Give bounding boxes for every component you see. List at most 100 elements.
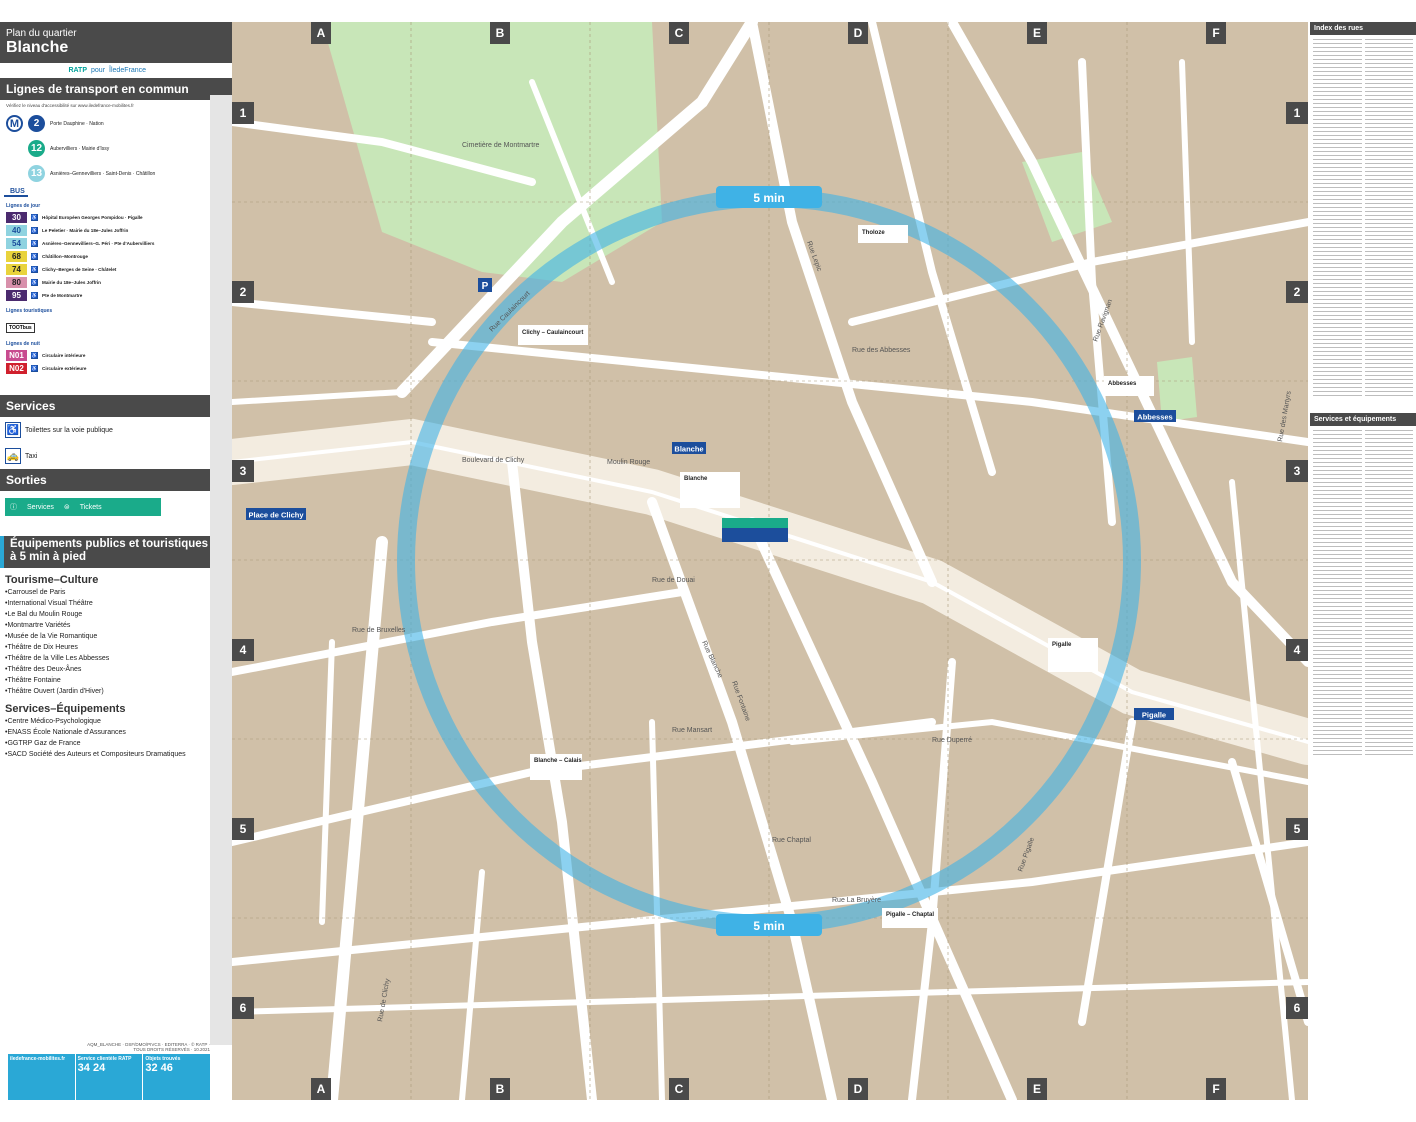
bus-line-badge: 54 bbox=[6, 238, 27, 249]
bus-line-badge: 95 bbox=[6, 290, 27, 301]
brand-logos: RATP pour ÎledeFrance bbox=[0, 63, 232, 78]
walk-label-bottom: 5 min bbox=[753, 919, 784, 933]
ticket-icon: ⊜ bbox=[63, 504, 70, 511]
service-phone: 34 24 bbox=[77, 1062, 106, 1074]
grid-letter-a: A bbox=[311, 22, 331, 44]
bus-line-row[interactable]: 30 ♿ Hôpital Européen Georges Pompidou · P… bbox=[0, 211, 232, 224]
equipment-title-line2: à 5 min à pied bbox=[10, 551, 87, 563]
contact-footer: iledefrance-mobilites.fr Service clientè… bbox=[8, 1054, 210, 1100]
metro-line-row[interactable]: 13 Asnières–Gennevilliers · Saint-Denis ·… bbox=[0, 161, 232, 186]
service-row[interactable]: ♿ Toilettes sur la voie publique bbox=[0, 417, 232, 443]
equipment-item[interactable]: • Théâtre de Dix Heures bbox=[0, 642, 232, 653]
grid-number-2: 2 bbox=[232, 281, 254, 303]
equipment-item[interactable]: • Théâtre Ouvert (Jardin d'Hiver) bbox=[0, 686, 232, 697]
equipment-name: International Visual Théâtre bbox=[7, 600, 93, 607]
lost-phone: 32 46 bbox=[145, 1062, 173, 1074]
grid-number-1: 1 bbox=[232, 102, 254, 124]
night-line-badge: N02 bbox=[6, 363, 27, 374]
bus-stop-blanche-calais: Blanche – Calais bbox=[534, 758, 582, 764]
parking-letter: P bbox=[482, 281, 489, 292]
service-label: Taxi bbox=[25, 452, 38, 460]
night-line-badge: N01 bbox=[6, 350, 27, 361]
bus-line-row[interactable]: 95 ♿ Pte de Montmartre bbox=[0, 289, 232, 302]
equipment-name: Musée de la Vie Romantique bbox=[7, 633, 98, 640]
equipment-item[interactable]: • Théâtre de la Ville Les Abbesses bbox=[0, 653, 232, 664]
bus-stop-abbesses: Abbesses bbox=[1108, 381, 1137, 387]
station-abbesses-label: Abbesses bbox=[1137, 413, 1172, 422]
grid-letter-f: F bbox=[1206, 1078, 1226, 1100]
toilet-icon: ♿ bbox=[5, 422, 21, 438]
equipment-name: Montmartre Variétés bbox=[7, 622, 71, 629]
wheelchair-icon: ♿ bbox=[31, 365, 38, 372]
exit-services-label: Services bbox=[27, 503, 54, 511]
footer-web: iledefrance-mobilites.fr bbox=[8, 1054, 76, 1100]
page-title: Blanche bbox=[6, 39, 69, 56]
night-line-row[interactable]: N01 ♿ Circulaire intérieure bbox=[0, 349, 232, 362]
grid-number-5: 5 bbox=[1286, 818, 1308, 840]
bus-line-row[interactable]: 40 ♿ Le Peletier · Mairie du 18e–Jules Jof… bbox=[0, 224, 232, 237]
bus-line-row[interactable]: 54 ♿ Asnières–Gennevilliers–G. Péri · Pte … bbox=[0, 237, 232, 250]
services-index-title: Services et équipements bbox=[1310, 413, 1416, 426]
station-blanche-label: Blanche bbox=[674, 445, 703, 454]
night-line-row[interactable]: N02 ♿ Circulaire extérieure bbox=[0, 362, 232, 375]
taxi-icon: 🚕 bbox=[5, 448, 21, 464]
equipment-item[interactable]: • ENASS École Nationale d'Assurances bbox=[0, 727, 232, 738]
equipment-title-line1: Équipements publics et touristiques bbox=[10, 538, 209, 550]
exit-services-bar: ⓘ Services ⊜ Tickets bbox=[5, 498, 161, 516]
accessibility-note: Vérifiez le niveau d'accessibilité sur w… bbox=[6, 103, 134, 108]
bus-line-label: Châtillon–Montrouge bbox=[42, 254, 88, 259]
night-lines: N01 ♿ Circulaire intérieure N02 ♿ Circulaire … bbox=[0, 349, 232, 375]
equipment-item[interactable]: • Centre Médico-Psychologique bbox=[0, 716, 232, 727]
equipment-name: Carrousel de Paris bbox=[7, 589, 66, 596]
label-rue-de-douai: Rue de Douai bbox=[652, 577, 695, 584]
equipment-item[interactable]: • SACD Société des Auteurs et Compositeur… bbox=[0, 749, 232, 760]
grid-letter-f: F bbox=[1206, 22, 1226, 44]
wheelchair-icon: ♿ bbox=[31, 214, 38, 221]
equipment-list: Tourisme–Culture • Carrousel de Paris • Inte… bbox=[0, 568, 232, 760]
bus-line-label: Hôpital Européen Georges Pompidou · Piga… bbox=[42, 215, 143, 220]
grid-number-5: 5 bbox=[232, 818, 254, 840]
night-line-label: Circulaire intérieure bbox=[42, 353, 86, 358]
grid-letter-b: B bbox=[490, 22, 510, 44]
label-rue-la-bruyere: Rue La Bruyère bbox=[832, 897, 881, 904]
bus-line-row[interactable]: 68 ♿ Châtillon–Montrouge bbox=[0, 250, 232, 263]
metro-line-row[interactable]: 12 Aubervilliers · Mairie d'Issy bbox=[0, 136, 232, 161]
wheelchair-icon: ♿ bbox=[31, 292, 38, 299]
label-rue-mansart: Rue Mansart bbox=[672, 727, 712, 734]
bus-stop-pigalle-chaptal-box[interactable] bbox=[882, 908, 938, 928]
bus-line-row[interactable]: 80 ♿ Mairie du 18e–Jules Joffrin bbox=[0, 276, 232, 289]
station-pigalle-label: Pigalle bbox=[1142, 711, 1166, 720]
wheelchair-icon: ♿ bbox=[31, 253, 38, 260]
equipment-item[interactable]: • Carrousel de Paris bbox=[0, 587, 232, 598]
equipment-item[interactable]: • International Visual Théâtre bbox=[0, 598, 232, 609]
equipment-item[interactable]: • GGTRP Gaz de France bbox=[0, 738, 232, 749]
tourist-lines-label: Lignes touristiques bbox=[6, 308, 53, 314]
neighborhood-map[interactable]: 5 min 5 min Blanche Place de Clichy Piga… bbox=[232, 22, 1308, 1100]
equipment-item[interactable]: • Musée de la Vie Romantique bbox=[0, 631, 232, 642]
equipment-category: Services–Équipements bbox=[5, 703, 126, 715]
grid-number-4: 4 bbox=[232, 639, 254, 661]
equipment-name: Théâtre Ouvert (Jardin d'Hiver) bbox=[7, 688, 104, 695]
equipment-item[interactable]: • Théâtre des Deux-Ânes bbox=[0, 664, 232, 675]
bus-stop-pigalle: Pigalle bbox=[1052, 642, 1072, 648]
grid-letter-e: E bbox=[1027, 22, 1047, 44]
bus-line-row[interactable]: 74 ♿ Clichy–Berges de Seine · Châtelet bbox=[0, 263, 232, 276]
service-row[interactable]: 🚕 Taxi bbox=[0, 443, 232, 469]
legend-sidebar: Plan du quartier Blanche RATP pour Îlede… bbox=[0, 22, 232, 1100]
ratp-logo: RATP bbox=[68, 67, 88, 74]
night-line-label: Circulaire extérieure bbox=[42, 366, 87, 371]
label-cimetiere-de-montmartre: Cimetière de Montmartre bbox=[462, 142, 540, 149]
bus-stop-tholoze: Tholoze bbox=[862, 230, 885, 236]
equipment-item[interactable]: • Montmartre Variétés bbox=[0, 620, 232, 631]
night-lines-label: Lignes de nuit bbox=[6, 341, 40, 347]
legend-coord-strip bbox=[210, 95, 232, 1045]
equipment-item[interactable]: • Le Bal du Moulin Rouge bbox=[0, 609, 232, 620]
label-boulevard-de-clichy: Boulevard de Clichy bbox=[462, 457, 525, 464]
equipment-item[interactable]: • Théâtre Fontaine bbox=[0, 675, 232, 686]
map-canvas[interactable]: 5 min 5 min Blanche Place de Clichy Piga… bbox=[232, 22, 1308, 1100]
bus-label: BUS bbox=[4, 186, 28, 197]
bus-line-label: Asnières–Gennevilliers–G. Péri · Pte d'A… bbox=[42, 241, 155, 246]
grid-number-1: 1 bbox=[1286, 102, 1308, 124]
metro-line-row[interactable]: M 2 Porte Dauphine · Nation bbox=[0, 111, 232, 136]
bus-line-label: Clichy–Berges de Seine · Châtelet bbox=[42, 267, 117, 272]
